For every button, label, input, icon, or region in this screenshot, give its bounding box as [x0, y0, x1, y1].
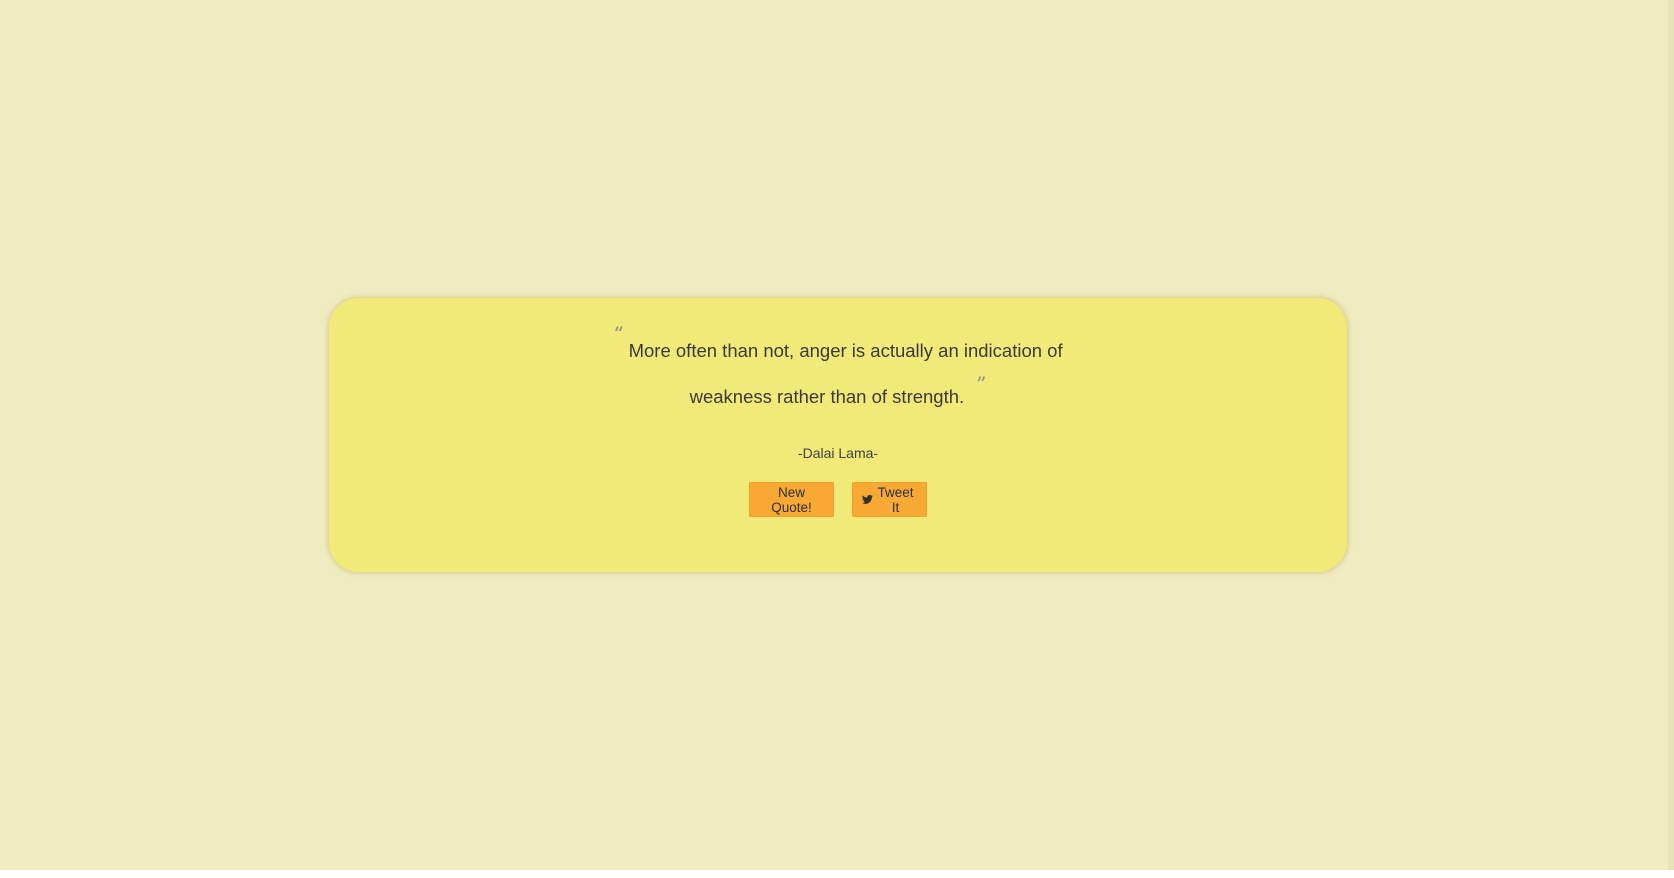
scrollbar[interactable] — [1668, 0, 1674, 870]
new-quote-label: New Quote! — [771, 484, 812, 515]
button-row: New Quote! Tweet It — [329, 482, 1347, 517]
twitter-icon — [862, 494, 873, 504]
quote-line-2: weakness rather than of strength. ” — [329, 374, 1347, 420]
quote-line-1-text: More often than not, anger is actually a… — [628, 340, 1063, 361]
open-quote-icon: “ — [613, 322, 624, 346]
quote-line-2-text: weakness rather than of strength. — [689, 386, 965, 407]
quote-line-1: “More often than not, anger is actually … — [329, 324, 1347, 374]
quote-text: “More often than not, anger is actually … — [329, 324, 1347, 420]
close-quote-icon: ” — [976, 372, 987, 396]
tweet-label: Tweet It — [877, 484, 914, 515]
quote-author: -Dalai Lama- — [797, 445, 879, 461]
new-quote-button[interactable]: New Quote! — [749, 482, 834, 517]
tweet-button[interactable]: Tweet It — [852, 482, 927, 517]
quote-card: “More often than not, anger is actually … — [329, 298, 1347, 572]
page-background: “More often than not, anger is actually … — [0, 0, 1674, 870]
